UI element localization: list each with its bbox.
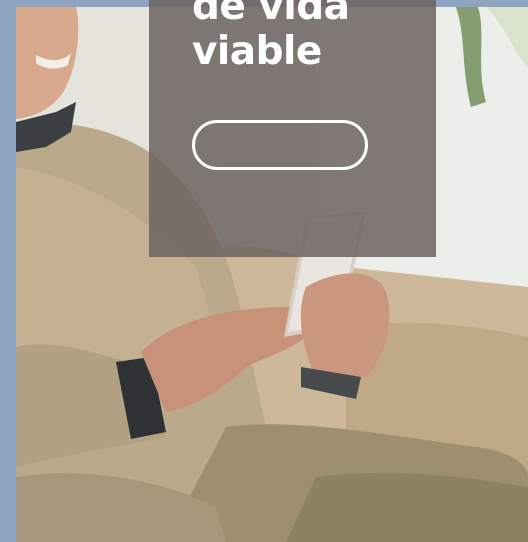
hero-overlay-card: de vida viable: [149, 0, 436, 257]
hero-section: de vida viable: [0, 0, 528, 542]
hero-headline: de vida viable: [192, 0, 350, 74]
hero-headline-line-2: viable: [192, 29, 322, 74]
hero-cta-button[interactable]: [192, 120, 368, 170]
hero-headline-line-1: de vida: [192, 0, 350, 29]
